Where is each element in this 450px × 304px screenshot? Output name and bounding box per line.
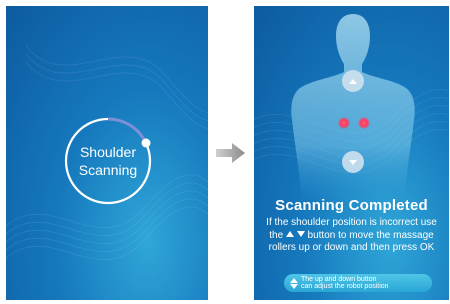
- hint-line1: The up and down button: [301, 275, 377, 283]
- upper-body-figure: [291, 14, 415, 202]
- scanning-screen: Shoulder Scanning: [6, 6, 208, 300]
- triangle-down-icon: [296, 230, 305, 237]
- triangle-up-icon: [349, 78, 357, 84]
- hint-line2: can adjust the robot position: [301, 283, 389, 290]
- instruction-text-part2: button to move the massage rollers up or…: [268, 229, 435, 254]
- hint-text: The up and down button can adjust the ro…: [301, 276, 389, 291]
- hint-updown-icon: [289, 277, 299, 289]
- move-up-button[interactable]: [342, 70, 364, 92]
- ring-label: Shoulder Scanning: [60, 113, 156, 209]
- roller-glow-right: [358, 117, 370, 129]
- arrow-right-icon: [216, 143, 245, 163]
- triangle-down-icon: [349, 159, 357, 165]
- scan-complete-screen: Scanning Completed If the shoulder posit…: [254, 6, 449, 300]
- triangle-up-icon: [290, 277, 298, 283]
- scanning-progress-ring: Shoulder Scanning: [60, 113, 156, 209]
- instruction-text: If the shoulder position is incorrect us…: [260, 217, 443, 255]
- ring-label-line1: Shoulder: [79, 144, 137, 160]
- triangle-down-icon: [290, 283, 298, 289]
- ring-label-line2: Scanning: [78, 162, 138, 178]
- scan-complete-title: Scanning Completed: [275, 197, 428, 214]
- triangle-up-icon: [285, 230, 294, 237]
- hint-banner: The up and down button can adjust the ro…: [284, 274, 432, 292]
- roller-glow-left: [338, 117, 350, 129]
- move-down-button[interactable]: [342, 151, 364, 173]
